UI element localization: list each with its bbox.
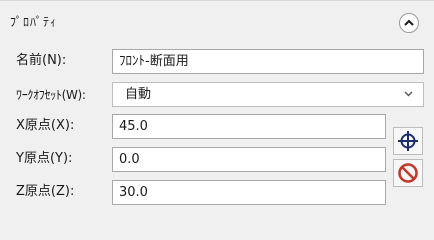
y-origin-label: Y原点(Y): [16, 151, 73, 166]
pick-origin-button[interactable] [393, 127, 423, 155]
z-origin-label: Z原点(Z): [16, 184, 75, 199]
no-entry-icon [398, 163, 418, 183]
work-offset-label: ﾜｰｸｵﾌｾｯﾄ(W): [16, 88, 86, 102]
collapse-button[interactable] [399, 13, 419, 33]
x-origin-field[interactable]: 45.0 [112, 114, 386, 139]
z-origin-field[interactable]: 30.0 [112, 180, 386, 205]
name-field[interactable]: ﾌﾛﾝﾄ-断面用 [112, 49, 424, 74]
work-offset-select[interactable]: 自動 [112, 82, 424, 107]
y-origin-field[interactable]: 0.0 [112, 147, 386, 172]
panel-title: ﾌﾟﾛﾊﾟﾃｨ [10, 15, 58, 29]
clear-origin-button[interactable] [393, 159, 423, 187]
crosshair-icon [398, 131, 418, 151]
name-label: 名前(N): [16, 53, 67, 68]
x-origin-label: X原点(X): [16, 118, 75, 133]
properties-panel: ﾌﾟﾛﾊﾟﾃｨ 名前(N): ﾌﾛﾝﾄ-断面用 ﾜｰｸｵﾌｾｯﾄ(W): 自動 … [0, 0, 434, 207]
chevron-up-icon [404, 19, 414, 26]
chevron-down-icon [404, 91, 413, 97]
work-offset-value: 自動 [125, 87, 152, 102]
